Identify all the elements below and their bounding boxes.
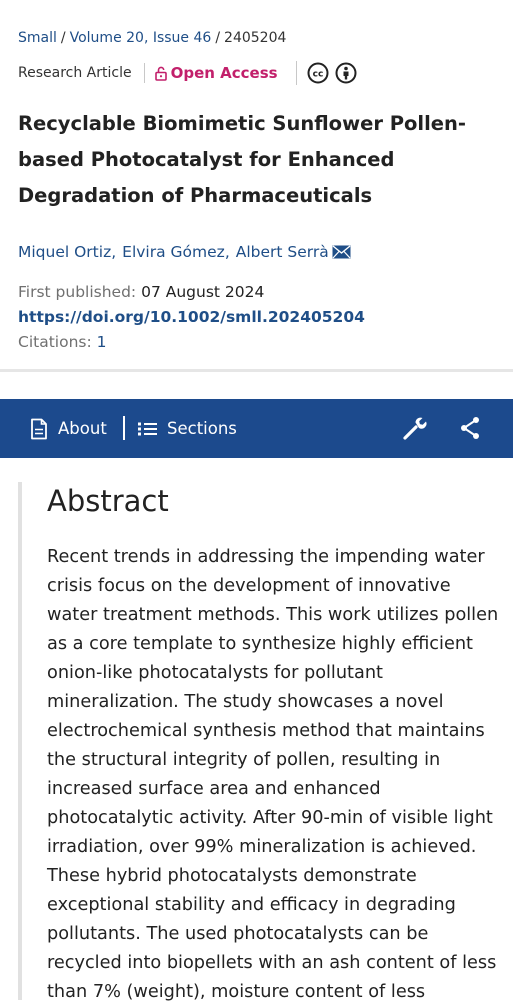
breadcrumb-separator: / xyxy=(215,30,221,46)
sections-label: Sections xyxy=(167,419,237,438)
citations: Citations: 1 xyxy=(18,331,107,353)
author-link[interactable]: Elvira Gómez xyxy=(122,241,225,263)
about-label: About xyxy=(58,419,107,438)
first-published: First published: 07 August 2024 xyxy=(18,281,264,303)
sections-button[interactable]: Sections xyxy=(138,399,237,458)
email-icon[interactable] xyxy=(332,245,351,259)
abstract-side-bar xyxy=(18,482,22,1000)
creative-commons-icon: cc xyxy=(307,62,329,84)
open-access-label: Open Access xyxy=(170,64,278,82)
header-divider xyxy=(0,369,513,372)
first-published-label: First published: xyxy=(18,283,137,301)
open-access-badge[interactable]: Open Access xyxy=(154,64,278,82)
abstract-section: Abstract Recent trends in addressing the… xyxy=(18,482,513,1002)
attribution-icon xyxy=(335,62,357,84)
toolbar-divider xyxy=(123,416,125,440)
wrench-icon xyxy=(403,417,427,440)
tools-button[interactable] xyxy=(402,415,428,445)
article-type: Research Article xyxy=(18,65,132,81)
breadcrumb-separator: / xyxy=(60,30,66,46)
abstract-heading: Abstract xyxy=(47,484,169,518)
list-icon xyxy=(138,422,157,435)
author-list: Miquel Ortiz, Elvira Gómez, Albert Serrà xyxy=(18,241,351,263)
divider xyxy=(295,61,297,85)
breadcrumb: Small / Volume 20, Issue 46/2405204 xyxy=(18,29,286,47)
article-header: Small / Volume 20, Issue 46/2405204 Resear… xyxy=(0,0,513,372)
author-link[interactable]: Miquel Ortiz xyxy=(18,241,111,263)
divider xyxy=(143,63,145,83)
citations-count[interactable]: 1 xyxy=(97,333,107,351)
article-title: Recyclable Biomimetic Sunflower Pollen-b… xyxy=(18,112,466,207)
share-icon xyxy=(461,417,479,439)
abstract-text: Recent trends in addressing the impendin… xyxy=(47,547,499,1002)
comma: , xyxy=(111,243,117,261)
doi-link[interactable]: https://doi.org/10.1002/smll.202405204 xyxy=(18,306,365,328)
journal-link[interactable]: Small xyxy=(18,30,57,46)
issue-link[interactable]: Volume 20, Issue 46 xyxy=(70,30,212,46)
document-icon xyxy=(31,418,47,439)
about-button[interactable]: About xyxy=(30,399,107,458)
svg-text:cc: cc xyxy=(312,70,323,80)
citations-label: Citations: xyxy=(18,333,92,351)
share-button[interactable] xyxy=(459,415,481,445)
first-published-date: 07 August 2024 xyxy=(141,283,265,301)
comma: , xyxy=(224,243,230,261)
license-icons[interactable]: cc xyxy=(295,61,363,85)
author-link[interactable]: Albert Serrà xyxy=(236,241,329,263)
article-toolbar: About Sections xyxy=(0,399,513,458)
article-number: 2405204 xyxy=(224,30,287,46)
article-meta: Research Article Open Access cc xyxy=(18,61,363,85)
open-lock-icon xyxy=(154,66,167,81)
